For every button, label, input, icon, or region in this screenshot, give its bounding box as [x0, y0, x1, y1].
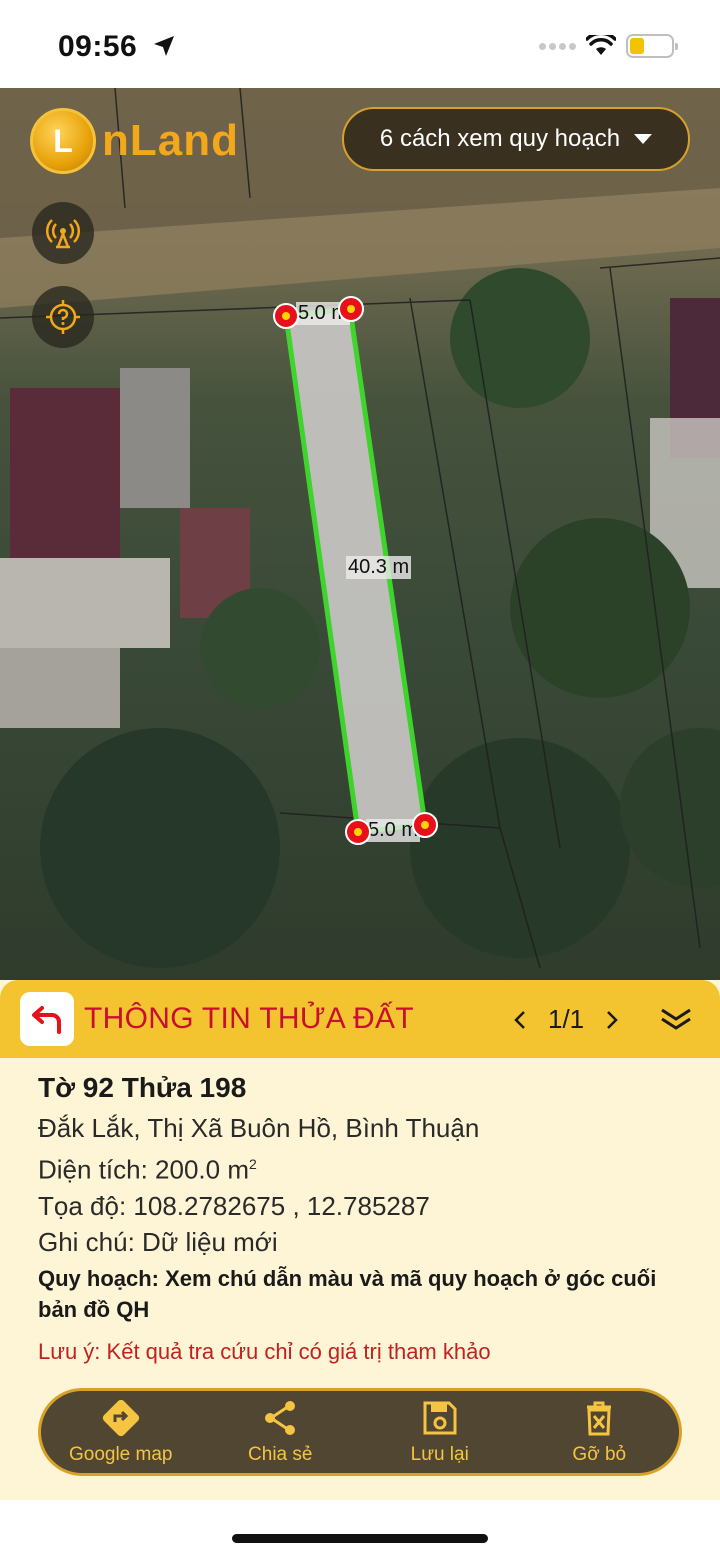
area-unit-superscript: 2 — [249, 1156, 257, 1172]
collapse-chevron-icon[interactable] — [656, 1002, 696, 1036]
status-bar: 09:56 — [0, 0, 720, 88]
vertex-marker-top-right[interactable] — [337, 295, 365, 323]
locate-help-button[interactable] — [32, 286, 94, 348]
return-arrow-icon — [32, 1006, 61, 1034]
google-map-label: Google map — [68, 1444, 173, 1465]
status-indicators — [539, 34, 678, 58]
delete-icon — [587, 1401, 612, 1436]
parcel-area: Diện tích: 200.0 m2 — [38, 1146, 688, 1188]
wifi-icon — [586, 35, 616, 55]
parcel-note: Ghi chú: Dữ liệu mới — [38, 1226, 278, 1257]
parcel-coordinates[interactable]: Tọa độ: 108.2782675 , 12.785287 — [38, 1188, 688, 1224]
logo-coin-icon: L — [30, 108, 96, 174]
planning-info: Quy hoạch: Xem chú dẫn màu và mã quy hoạ… — [38, 1265, 657, 1322]
battery-icon — [626, 34, 678, 58]
planning-view-dropdown-label: 6 cách xem quy hoạch — [379, 125, 621, 152]
back-button[interactable] — [20, 992, 74, 1046]
share-button[interactable]: Chia sẻ — [205, 1398, 355, 1466]
satellite-map[interactable]: 40.3 m 5.0 m 5.0 m — [0, 88, 720, 988]
vertex-marker-bottom-left[interactable] — [344, 818, 372, 846]
panel-title: THÔNG TIN THỬA ĐẤT — [84, 1002, 414, 1035]
parcel-address: Đắk Lắk, Thị Xã Buôn Hồ, Bình Thuận — [38, 1113, 480, 1143]
prev-page-icon[interactable] — [512, 1009, 528, 1031]
pager-count: 1/1 — [548, 1004, 585, 1034]
pager: 1/1 — [512, 1004, 620, 1035]
parcel-area-text: Diện tích: 200.0 m — [38, 1154, 249, 1185]
parcel-info-panel: THÔNG TIN THỬA ĐẤT 1/1 Tờ 92 Thửa 198 Đắ… — [0, 980, 720, 1500]
save-label: Lưu lại — [410, 1444, 469, 1465]
parcel-heading: Tờ 92 Thửa 198 — [38, 1072, 247, 1103]
directions-icon — [102, 1399, 139, 1437]
remove-label: Gỡ bỏ — [572, 1444, 627, 1465]
google-map-button[interactable]: Google map — [46, 1398, 196, 1466]
share-icon — [265, 1401, 296, 1435]
home-indicator[interactable] — [232, 1534, 488, 1543]
antenna-signal-icon — [45, 219, 81, 249]
app-logo: L nLand — [30, 108, 239, 174]
parcel-length-label: 40.3 m — [346, 556, 412, 579]
vertex-marker-bottom-right[interactable] — [411, 811, 439, 839]
map-imagery — [0, 88, 720, 969]
planning-view-dropdown[interactable]: 6 cách xem quy hoạch — [342, 107, 690, 171]
remove-button[interactable]: Gỡ bỏ — [524, 1398, 674, 1466]
parcel-details: Tờ 92 Thửa 198 Đắk Lắk, Thị Xã Buôn Hồ, … — [38, 1072, 688, 1365]
next-page-icon[interactable] — [604, 1009, 620, 1031]
logo-text: nLand — [102, 116, 239, 165]
gps-signal-button[interactable] — [32, 202, 94, 264]
panel-header: THÔNG TIN THỬA ĐẤT 1/1 — [0, 980, 720, 1058]
save-button[interactable]: Lưu lại — [365, 1398, 515, 1466]
location-arrow-icon — [154, 36, 174, 56]
share-label: Chia sẻ — [248, 1444, 313, 1465]
crosshair-question-icon — [46, 300, 80, 334]
action-bar: Google map Chia sẻ Lưu lại Gỡ bỏ — [38, 1388, 682, 1476]
save-icon — [423, 1401, 457, 1435]
disclaimer: Lưu ý: Kết quả tra cứu chỉ có giá trị th… — [38, 1338, 491, 1364]
vertex-marker-top-left[interactable] — [272, 302, 300, 330]
status-time: 09:56 — [58, 30, 138, 63]
caret-down-icon — [634, 134, 653, 144]
cellular-signal-icon — [539, 42, 576, 50]
